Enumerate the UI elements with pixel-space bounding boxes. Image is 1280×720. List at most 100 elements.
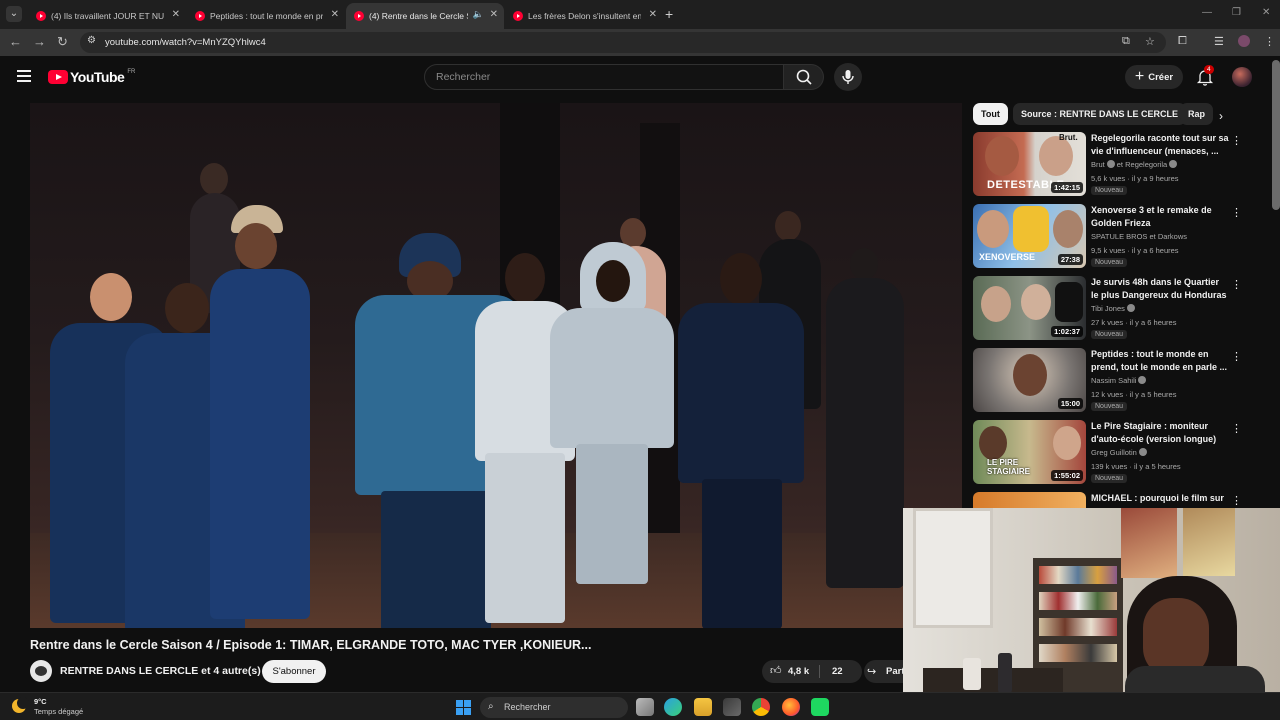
like-count[interactable]: 4,8 k — [788, 666, 809, 677]
taskbar-search-input[interactable] — [504, 702, 622, 712]
close-tab-icon[interactable]: ✕ — [649, 9, 657, 20]
notification-badge: 4 — [1204, 65, 1214, 74]
more-options-icon[interactable]: ⋮ — [1231, 350, 1242, 363]
subscribe-button[interactable]: S'abonner — [262, 660, 326, 683]
reload-icon[interactable]: ↻ — [57, 34, 68, 50]
rec-meta: 5,6 k vues · il y a 9 heures — [1091, 174, 1179, 183]
rec-channel[interactable]: Brut et Regelegorila — [1091, 160, 1179, 169]
tab-groups-icon[interactable]: ☰ — [1214, 35, 1224, 48]
moon-icon — [12, 697, 29, 713]
browser-toolbar: ← → ↻ ⚙ youtube.com/watch?v=MnYZQYhlwc4 … — [0, 29, 1280, 56]
rec-title[interactable]: Xenoverse 3 et le remake de Golden Friez… — [1091, 204, 1229, 230]
recommendation-item[interactable]: 1:02:37 Je survis 48h dans le Quartier l… — [973, 276, 1243, 344]
video-thumbnail[interactable]: 15:00 — [973, 348, 1086, 412]
cast-icon[interactable]: ⧉ — [1122, 35, 1130, 48]
more-options-icon[interactable]: ⋮ — [1231, 134, 1242, 147]
create-button[interactable]: + Créer — [1125, 65, 1183, 89]
browser-tab[interactable]: Peptides : tout le monde en prend ✕ — [187, 3, 345, 29]
rec-title[interactable]: Peptides : tout le monde en prend, tout … — [1091, 348, 1229, 374]
rec-title[interactable]: MICHAEL : pourquoi le film sur — [1091, 492, 1229, 505]
close-tab-icon[interactable]: ✕ — [331, 9, 339, 20]
more-options-icon[interactable]: ⋮ — [1231, 494, 1242, 507]
thumb-face — [979, 426, 1007, 460]
profile-icon[interactable] — [1238, 35, 1250, 47]
audio-playing-icon[interactable]: 🔈 — [473, 9, 484, 20]
browser-tab[interactable]: Les frères Delon s'insultent en public ✕ — [505, 3, 663, 29]
video-thumbnail[interactable]: 1:02:37 — [973, 276, 1086, 340]
forward-icon[interactable]: → — [33, 34, 46, 49]
more-options-icon[interactable]: ⋮ — [1231, 278, 1242, 291]
recommendation-item[interactable]: Brut. DETESTABLE 1:42:15 Regelegorila ra… — [973, 132, 1243, 200]
restore-icon[interactable]: ❐ — [1232, 7, 1241, 18]
video-player[interactable] — [30, 103, 962, 628]
recommendation-item[interactable]: LE PIRE STAGIAIRE 1:55:02 Le Pire Stagia… — [973, 420, 1243, 488]
recommendation-item[interactable]: 15:00 Peptides : tout le monde en prend,… — [973, 348, 1243, 416]
new-tab-icon[interactable]: + — [665, 6, 673, 22]
app-green-icon[interactable] — [811, 698, 829, 716]
bookmark-star-icon[interactable]: ☆ — [1145, 35, 1155, 48]
video-thumbnail[interactable]: Brut. DETESTABLE 1:42:15 — [973, 132, 1086, 196]
windows-start-icon[interactable] — [456, 700, 471, 715]
address-bar[interactable]: ⚙ youtube.com/watch?v=MnYZQYhlwc4 — [80, 32, 1166, 53]
new-badge: Nouveau — [1091, 258, 1128, 267]
extensions-icon[interactable]: ⧠ — [1178, 35, 1187, 48]
close-tab-icon[interactable]: ✕ — [172, 9, 180, 20]
share-button[interactable]: ↪ Partager — [864, 660, 904, 683]
chip-all[interactable]: Tout — [973, 103, 1008, 125]
browser-menu-icon[interactable]: ⋮ — [1264, 35, 1275, 48]
youtube-logo[interactable]: YouTube FR — [48, 69, 135, 85]
store-icon[interactable] — [723, 698, 741, 716]
firefox-icon[interactable] — [782, 698, 800, 716]
rec-title[interactable]: Je survis 48h dans le Quartier le plus D… — [1091, 276, 1229, 302]
rec-channel[interactable]: Tibi Jones — [1091, 304, 1137, 313]
rec-channel[interactable]: Nassim Sahili — [1091, 376, 1148, 385]
recommendation-item[interactable]: MICHAEL : pourquoi le film sur ⋮ — [973, 492, 1243, 508]
channel-name[interactable]: RENTRE DANS LE CERCLE et 4 autre(s) — [60, 665, 261, 677]
rec-title[interactable]: Le Pire Stagiaire : moniteur d'auto-écol… — [1091, 420, 1229, 446]
video-thumbnail[interactable]: XENOVERSE 27:38 — [973, 204, 1086, 268]
more-options-icon[interactable]: ⋮ — [1231, 422, 1242, 435]
rec-channel-extra: et Regelegorila — [1116, 160, 1168, 169]
rec-channel[interactable]: Greg Guillotin — [1091, 448, 1149, 457]
video-thumbnail[interactable] — [973, 492, 1086, 508]
rec-channel[interactable]: SPATULE BROS et Darkows — [1091, 232, 1187, 241]
search-button[interactable] — [784, 64, 824, 90]
rec-title[interactable]: Regelegorila raconte tout sur sa vie d'i… — [1091, 132, 1229, 158]
recommendation-item[interactable]: XENOVERSE 27:38 Xenoverse 3 et le remake… — [973, 204, 1243, 272]
notifications-button[interactable]: 4 — [1196, 65, 1214, 86]
video-thumbnail[interactable]: LE PIRE STAGIAIRE 1:55:02 — [973, 420, 1086, 484]
menu-icon[interactable] — [17, 70, 31, 82]
chrome-icon[interactable] — [752, 698, 770, 716]
more-options-icon[interactable]: ⋮ — [1231, 206, 1242, 219]
close-tab-icon[interactable]: ✕ — [490, 9, 498, 20]
minimize-icon[interactable]: — — [1202, 7, 1212, 18]
file-explorer-icon[interactable] — [694, 698, 712, 716]
page-scrollbar[interactable] — [1272, 60, 1280, 210]
chevron-right-icon[interactable]: › — [1219, 109, 1223, 123]
tab-title: (4) Ils travaillent JOUR ET NUIT — [51, 11, 164, 21]
close-window-icon[interactable]: ✕ — [1262, 7, 1270, 18]
thumb-overlay-text: XENOVERSE — [979, 252, 1036, 262]
task-view-icon[interactable] — [636, 698, 654, 716]
edge-icon[interactable] — [664, 698, 682, 716]
tab-search-chevron-icon[interactable]: ⌄ — [6, 6, 22, 22]
chip-rap[interactable]: Rap — [1180, 103, 1214, 125]
dislike-count[interactable]: 22 — [832, 666, 843, 677]
youtube-favicon-icon — [354, 11, 364, 21]
back-icon[interactable]: ← — [9, 34, 22, 49]
plus-icon: + — [1134, 68, 1145, 85]
browser-tab-active[interactable]: (4) Rentre dans le Cercle Saison 4 🔈 ✕ — [346, 3, 504, 29]
site-info-icon[interactable]: ⚙ — [87, 35, 96, 46]
duration-badge: 27:38 — [1057, 254, 1083, 265]
verified-icon — [1126, 304, 1135, 312]
channel-avatar[interactable] — [30, 660, 52, 682]
thumbs-up-icon[interactable]: 👍︎ — [770, 664, 782, 677]
browser-tab[interactable]: (4) Ils travaillent JOUR ET NUIT ✕ — [28, 3, 186, 29]
logo-wordmark: YouTube — [70, 69, 125, 85]
thumb-character — [1013, 206, 1049, 252]
search-input[interactable] — [436, 71, 766, 83]
voice-search-button[interactable] — [834, 63, 862, 91]
account-avatar[interactable] — [1232, 67, 1252, 87]
chip-source[interactable]: Source : RENTRE DANS LE CERCLE — [1013, 103, 1187, 125]
new-badge: Nouveau — [1091, 402, 1128, 411]
